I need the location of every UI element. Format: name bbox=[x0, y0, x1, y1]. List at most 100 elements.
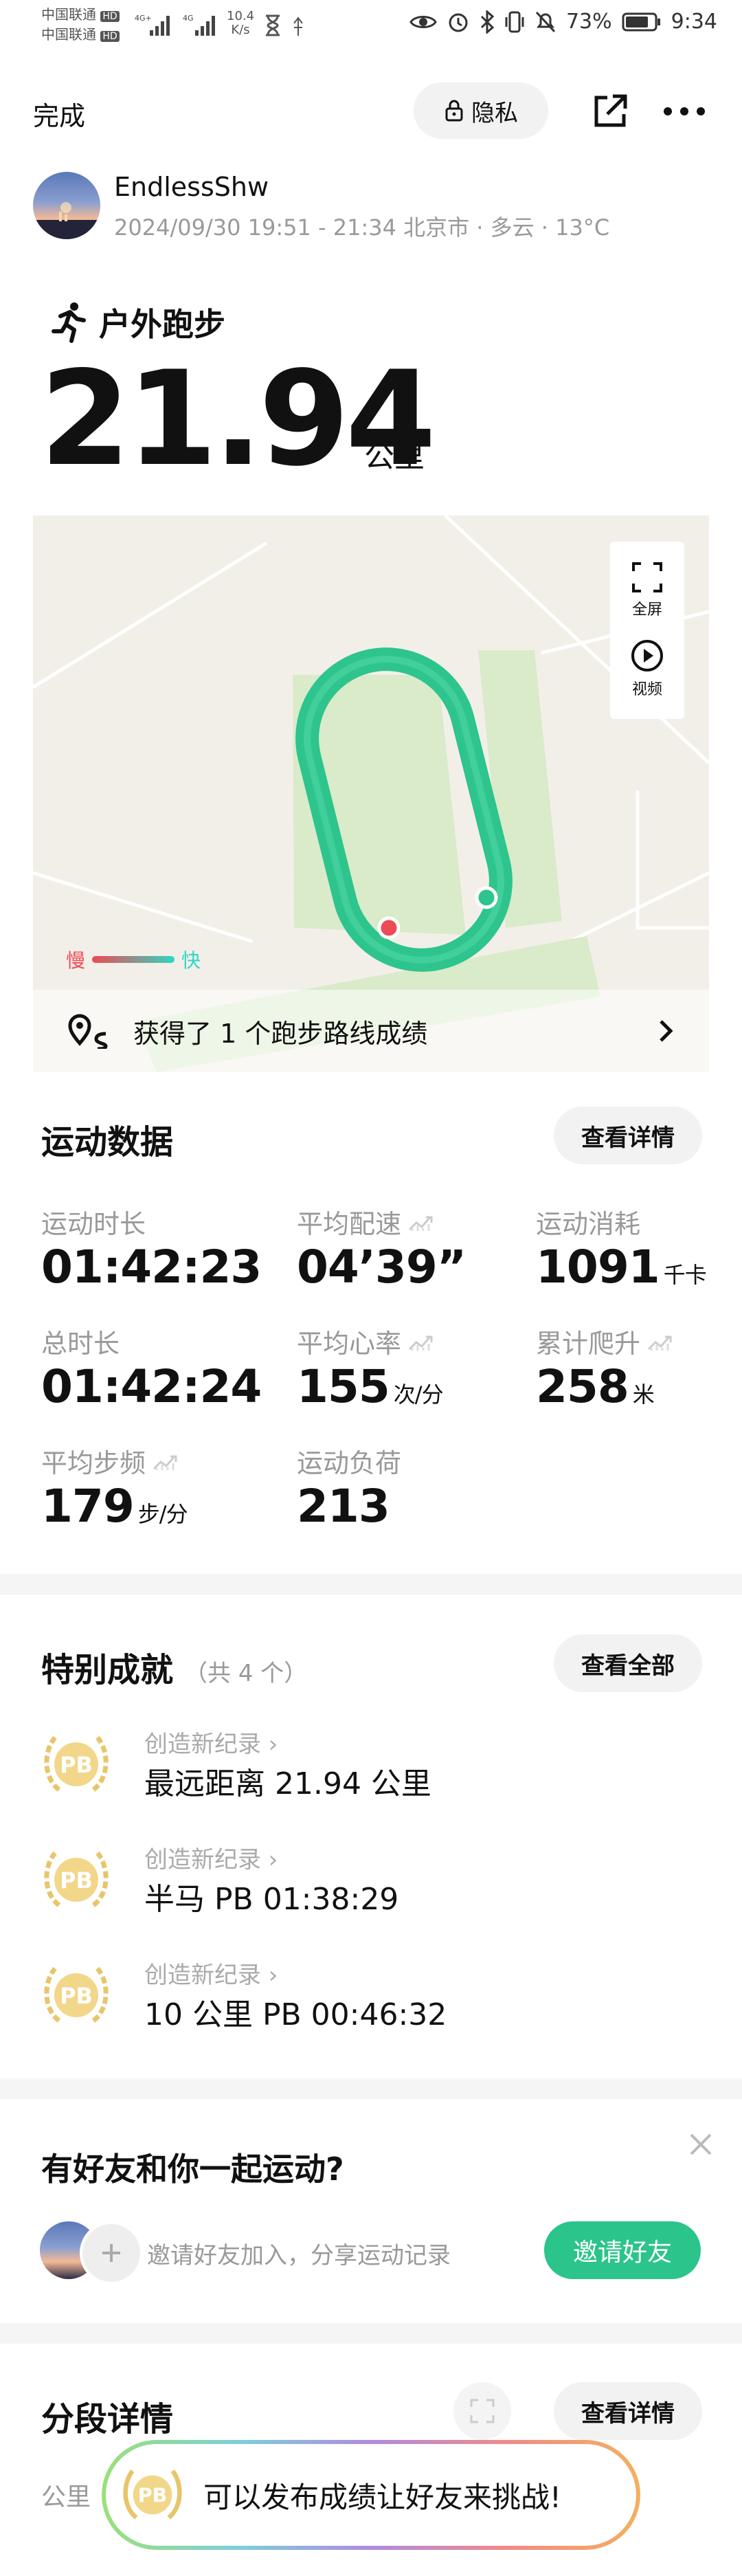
stat-value: 01:42:24 bbox=[41, 1360, 262, 1413]
friends-title: 有好友和你一起运动? bbox=[41, 2151, 344, 2188]
sport-data-details-button[interactable]: 查看详情 bbox=[554, 1107, 702, 1164]
stat-value: 04’39” bbox=[297, 1241, 466, 1293]
distance-unit: 公里 bbox=[364, 439, 425, 474]
stat-item: 平均心率 155 次/分 bbox=[297, 1322, 444, 1413]
achievement-subtitle: 创造新纪录 › bbox=[144, 1962, 278, 1989]
stat-item: 累计爬升 258 米 bbox=[536, 1322, 675, 1413]
stat-item: 总时长 01:42:24 bbox=[41, 1322, 262, 1413]
running-icon bbox=[52, 302, 86, 343]
stat-value: 258 米 bbox=[536, 1360, 655, 1413]
chevron-right-icon bbox=[660, 1020, 673, 1042]
video-button[interactable]: 视频 bbox=[630, 639, 664, 699]
play-icon bbox=[631, 640, 663, 672]
section-divider bbox=[0, 2078, 742, 2099]
stat-label: 总时长 bbox=[41, 1329, 120, 1359]
section-divider bbox=[0, 1574, 742, 1595]
legend-slow: 慢 bbox=[66, 949, 86, 972]
plus-icon bbox=[102, 2244, 120, 2262]
privacy-label: 隐私 bbox=[471, 99, 518, 127]
carrier-2: 中国联通 bbox=[41, 26, 96, 43]
add-friend-button[interactable] bbox=[80, 2221, 143, 2285]
more-button[interactable] bbox=[657, 87, 712, 136]
username: EndlessShw bbox=[114, 172, 269, 202]
sport-data-title: 运动数据 bbox=[41, 1123, 174, 1162]
achievements-title: 特别成就 bbox=[41, 1651, 174, 1689]
bluetooth-icon bbox=[480, 10, 495, 34]
challenge-toast[interactable]: PB 可以发布成绩让好友来挑战! bbox=[102, 2440, 640, 2550]
fullscreen-button[interactable]: 全屏 bbox=[631, 562, 663, 619]
activity-meta: 2024/09/30 19:51 - 21:34 北京市 · 多云 · 13°C bbox=[114, 214, 610, 241]
toast-text: 可以发布成绩让好友来挑战! bbox=[203, 2480, 561, 2514]
splits-title: 分段详情 bbox=[41, 2400, 174, 2439]
trend-icon bbox=[647, 1335, 672, 1351]
close-icon bbox=[690, 2133, 712, 2155]
stat-value: 155 次/分 bbox=[297, 1360, 444, 1413]
carrier-info: 中国联通 HD 中国联通 HD bbox=[41, 5, 120, 45]
fullscreen-icon bbox=[632, 562, 662, 592]
achievements-all-button[interactable]: 查看全部 bbox=[554, 1634, 702, 1692]
pb-medal-icon: PB bbox=[44, 1851, 109, 1907]
achievement-text: 创造新纪录 › 最远距离 21.94 公里 bbox=[144, 1725, 431, 1803]
status-bar: 中国联通 HD 中国联通 HD 4G+ 4G 10.4 K/s 73% 9:34 bbox=[0, 0, 742, 55]
stat-label: 运动时长 bbox=[41, 1209, 146, 1239]
privacy-button[interactable]: 隐私 bbox=[414, 82, 548, 139]
route-achievement-text: 获得了 1 个跑步路线成绩 bbox=[133, 1018, 428, 1049]
svg-text:PB: PB bbox=[60, 1867, 93, 1894]
end-marker bbox=[377, 916, 401, 940]
hd-badge: HD bbox=[100, 31, 120, 42]
eye-icon bbox=[409, 15, 437, 28]
signal-icons: 4G+ 4G 10.4 K/s bbox=[135, 10, 305, 37]
trend-icon bbox=[408, 1216, 433, 1231]
svg-text:PB: PB bbox=[60, 1983, 93, 2009]
battery-percent: 73% bbox=[565, 10, 612, 34]
stat-value: 213 bbox=[297, 1480, 390, 1533]
signal-icon: 4G bbox=[183, 14, 215, 36]
toast-body: PB 可以发布成绩让好友来挑战! bbox=[106, 2444, 636, 2546]
svg-text:4G: 4G bbox=[183, 14, 194, 23]
stat-item: 运动消耗 1091 千卡 bbox=[536, 1203, 707, 1293]
achievement-subtitle: 创造新纪录 › bbox=[144, 1846, 278, 1874]
stat-label: 平均心率 bbox=[297, 1322, 443, 1360]
stat-item: 运动负荷 213 bbox=[297, 1442, 401, 1533]
close-friends-button[interactable] bbox=[680, 2124, 721, 2165]
map-tools: 全屏 视频 bbox=[610, 542, 684, 719]
mute-icon bbox=[535, 11, 556, 32]
legend-fast: 快 bbox=[181, 949, 201, 972]
done-button[interactable]: 完成 bbox=[33, 95, 85, 133]
net-speed: 10.4 K/s bbox=[227, 9, 255, 37]
achievement-title: 最远距离 21.94 公里 bbox=[144, 1766, 431, 1801]
achievement-item[interactable]: PB 创造新纪录 › 10 公里 PB 00:46:32 bbox=[38, 1956, 447, 2034]
pb-medal-icon: PB bbox=[44, 1735, 109, 1792]
carrier-1: 中国联通 bbox=[41, 6, 96, 23]
clock: 9:34 bbox=[671, 10, 717, 34]
svg-text:PB: PB bbox=[138, 2484, 167, 2507]
hourglass-icon bbox=[266, 14, 280, 36]
pace-gradient bbox=[92, 956, 175, 963]
route-pin-icon bbox=[68, 1014, 108, 1049]
route-map[interactable]: 全屏 视频 慢 快 获得了 1 个跑步路线成绩 bbox=[33, 515, 709, 1072]
svg-text:PB: PB bbox=[60, 1752, 93, 1778]
avatar-image bbox=[33, 202, 100, 239]
avatar[interactable] bbox=[33, 172, 100, 239]
stat-label: 运动消耗 bbox=[536, 1209, 641, 1239]
achievement-title: 10 公里 PB 00:46:32 bbox=[144, 1997, 447, 2032]
pb-medal-icon: PB bbox=[123, 2469, 182, 2520]
route-achievement-row[interactable]: 获得了 1 个跑步路线成绩 bbox=[33, 990, 709, 1072]
stat-unit: 千卡 bbox=[663, 1262, 707, 1288]
share-button[interactable] bbox=[585, 87, 635, 136]
invite-text: 邀请好友加入，分享运动记录 bbox=[147, 2242, 451, 2269]
vibrate-icon bbox=[505, 11, 524, 32]
stat-value: 1091 千卡 bbox=[536, 1241, 707, 1293]
achievement-item[interactable]: PB 创造新纪录 › 半马 PB 01:38:29 bbox=[38, 1841, 398, 1918]
stat-label: 累计爬升 bbox=[536, 1322, 675, 1360]
hd-badge: HD bbox=[100, 11, 120, 22]
stat-item: 平均配速 04’39” bbox=[297, 1203, 466, 1293]
achievement-text: 创造新纪录 › 10 公里 PB 00:46:32 bbox=[144, 1956, 447, 2034]
splits-expand-button[interactable] bbox=[453, 2382, 511, 2440]
svg-text:4G+: 4G+ bbox=[135, 14, 152, 23]
pace-legend: 慢 快 bbox=[66, 946, 201, 973]
stat-item: 平均步频 179 步/分 bbox=[41, 1442, 188, 1533]
splits-details-button[interactable]: 查看详情 bbox=[554, 2382, 702, 2440]
achievement-item[interactable]: PB 创造新纪录 › 最远距离 21.94 公里 bbox=[38, 1725, 431, 1803]
invite-friends-button[interactable]: 邀请好友 bbox=[544, 2221, 701, 2279]
